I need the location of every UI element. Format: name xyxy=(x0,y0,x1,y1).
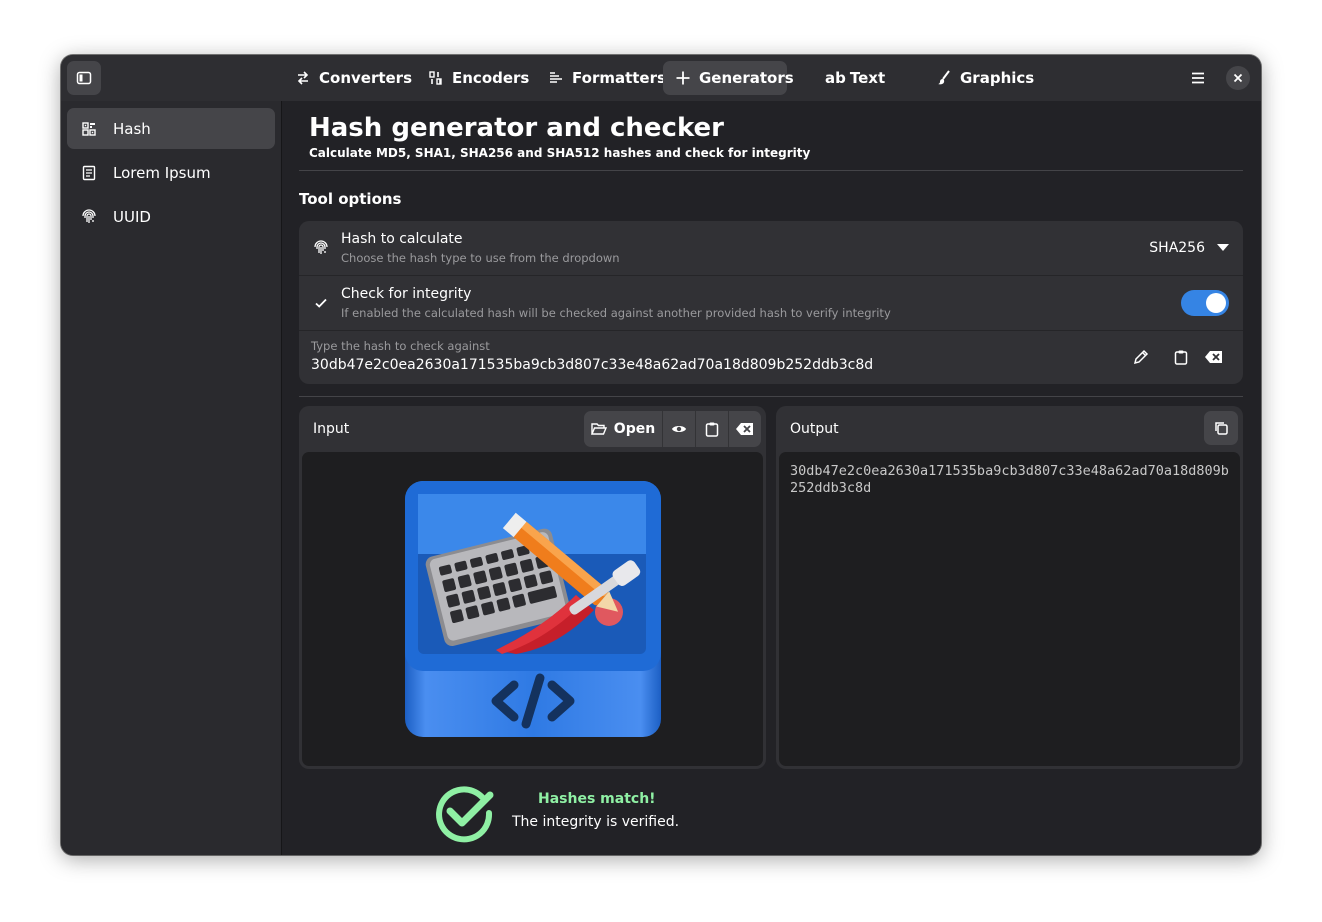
backspace-icon xyxy=(736,423,753,435)
tab-label: Generators xyxy=(699,69,794,87)
text-ab-icon: ab xyxy=(825,69,846,87)
sidebar-item-hash[interactable]: Hash xyxy=(67,108,275,149)
output-value: 30db47e2c0ea2630a171535ba9cb3d807c33e48a… xyxy=(790,463,1229,496)
tab-text[interactable]: ab Text xyxy=(813,61,897,95)
paste-button[interactable] xyxy=(1168,344,1194,370)
integrity-title: Check for integrity xyxy=(341,286,472,302)
hash-type-selected: SHA256 xyxy=(1149,240,1205,256)
eye-icon xyxy=(672,426,686,432)
tool-options-group: Hash to calculate Choose the hash type t… xyxy=(299,221,1243,384)
divider xyxy=(299,170,1243,171)
document-icon xyxy=(80,164,98,182)
chevron-down-icon xyxy=(1217,244,1229,251)
binary-icon xyxy=(428,70,444,86)
hash-type-subtitle: Choose the hash type to use from the dro… xyxy=(341,251,620,265)
toggle-knob xyxy=(1206,293,1226,313)
tab-label: Formatters xyxy=(572,69,666,87)
folder-open-icon xyxy=(590,423,607,435)
qr-code-icon xyxy=(80,120,98,138)
input-area[interactable] xyxy=(302,452,763,766)
tab-formatters[interactable]: Formatters xyxy=(536,61,678,95)
tab-graphics[interactable]: Graphics xyxy=(924,61,1046,95)
sidebar-item-label: Lorem Ipsum xyxy=(113,163,211,182)
hamburger-menu-icon xyxy=(1192,72,1204,84)
header-bar: Converters Encoders Formatters Generator… xyxy=(61,55,1261,101)
pencil-icon xyxy=(1133,349,1149,365)
main-content: Hash generator and checker Calculate MD5… xyxy=(282,101,1261,855)
output-area[interactable]: 30db47e2c0ea2630a171535ba9cb3d807c33e48a… xyxy=(779,452,1240,766)
status-message: The integrity is verified. xyxy=(512,814,680,830)
fingerprint-icon xyxy=(80,208,98,226)
tab-label: Text xyxy=(849,69,886,87)
checkmark-icon xyxy=(312,294,330,312)
edit-button[interactable] xyxy=(1128,344,1154,370)
integrity-subtitle: If enabled the calculated hash will be c… xyxy=(341,306,891,320)
tab-label: Converters xyxy=(319,69,413,87)
sidebar-item-lorem-ipsum[interactable]: Lorem Ipsum xyxy=(67,152,275,193)
close-icon xyxy=(1233,73,1243,83)
clipboard-icon xyxy=(705,422,719,437)
backspace-icon xyxy=(1205,351,1222,363)
check-hash-row: Type the hash to check against 30db47e2c… xyxy=(299,331,1243,384)
close-window-button[interactable] xyxy=(1226,66,1250,90)
integrity-row[interactable]: Check for integrity If enabled the calcu… xyxy=(299,276,1243,330)
copy-icon xyxy=(1215,422,1228,435)
hash-type-row[interactable]: Hash to calculate Choose the hash type t… xyxy=(299,221,1243,275)
clipboard-icon xyxy=(1174,350,1188,365)
page-subtitle: Calculate MD5, SHA1, SHA256 and SHA512 h… xyxy=(309,146,811,160)
preview-button[interactable] xyxy=(662,411,695,447)
sidebar-toggle-button[interactable] xyxy=(67,61,101,95)
clear-input-button[interactable] xyxy=(728,411,761,447)
main-menu-button[interactable] xyxy=(1181,61,1215,95)
check-hash-label: Type the hash to check against xyxy=(311,339,490,353)
output-panel: Output 30db47e2c0ea2630a171535ba9cb3d807… xyxy=(776,406,1243,769)
status-title: Hashes match! xyxy=(538,791,656,807)
brush-icon xyxy=(936,70,952,86)
plus-icon xyxy=(675,70,691,86)
page-title: Hash generator and checker xyxy=(309,113,724,143)
input-panel-title: Input xyxy=(313,421,350,437)
text-format-icon xyxy=(548,70,564,86)
app-window: Converters Encoders Formatters Generator… xyxy=(61,55,1261,855)
sidebar-item-label: UUID xyxy=(113,207,151,226)
section-title: Tool options xyxy=(299,190,402,208)
check-hash-input[interactable]: 30db47e2c0ea2630a171535ba9cb3d807c33e48a… xyxy=(311,357,873,373)
tab-label: Graphics xyxy=(960,69,1035,87)
input-toolbar: Open xyxy=(584,411,761,447)
tab-encoders[interactable]: Encoders xyxy=(416,61,541,95)
hash-type-title: Hash to calculate xyxy=(341,231,463,247)
divider xyxy=(299,396,1243,397)
hash-type-dropdown[interactable]: SHA256 xyxy=(1149,240,1229,256)
tab-generators[interactable]: Generators xyxy=(663,61,794,95)
integrity-toggle[interactable] xyxy=(1181,290,1229,316)
open-label: Open xyxy=(613,421,656,437)
app-logo-image xyxy=(405,481,661,737)
sidebar: Hash Lorem Ipsum UUID xyxy=(61,101,282,855)
copy-output-button[interactable] xyxy=(1204,411,1238,445)
paste-input-button[interactable] xyxy=(695,411,728,447)
sidebar-item-uuid[interactable]: UUID xyxy=(67,196,275,237)
fingerprint-icon xyxy=(312,239,330,257)
swap-arrows-icon xyxy=(295,70,311,86)
clear-button[interactable] xyxy=(1201,344,1227,370)
output-panel-title: Output xyxy=(790,421,839,437)
check-circle-icon xyxy=(436,786,494,843)
tab-label: Encoders xyxy=(452,69,530,87)
sidebar-item-label: Hash xyxy=(113,119,151,138)
input-panel: Input Open xyxy=(299,406,766,769)
open-file-button[interactable]: Open xyxy=(584,411,662,447)
sidebar-icon xyxy=(76,71,92,85)
tab-converters[interactable]: Converters xyxy=(283,61,424,95)
